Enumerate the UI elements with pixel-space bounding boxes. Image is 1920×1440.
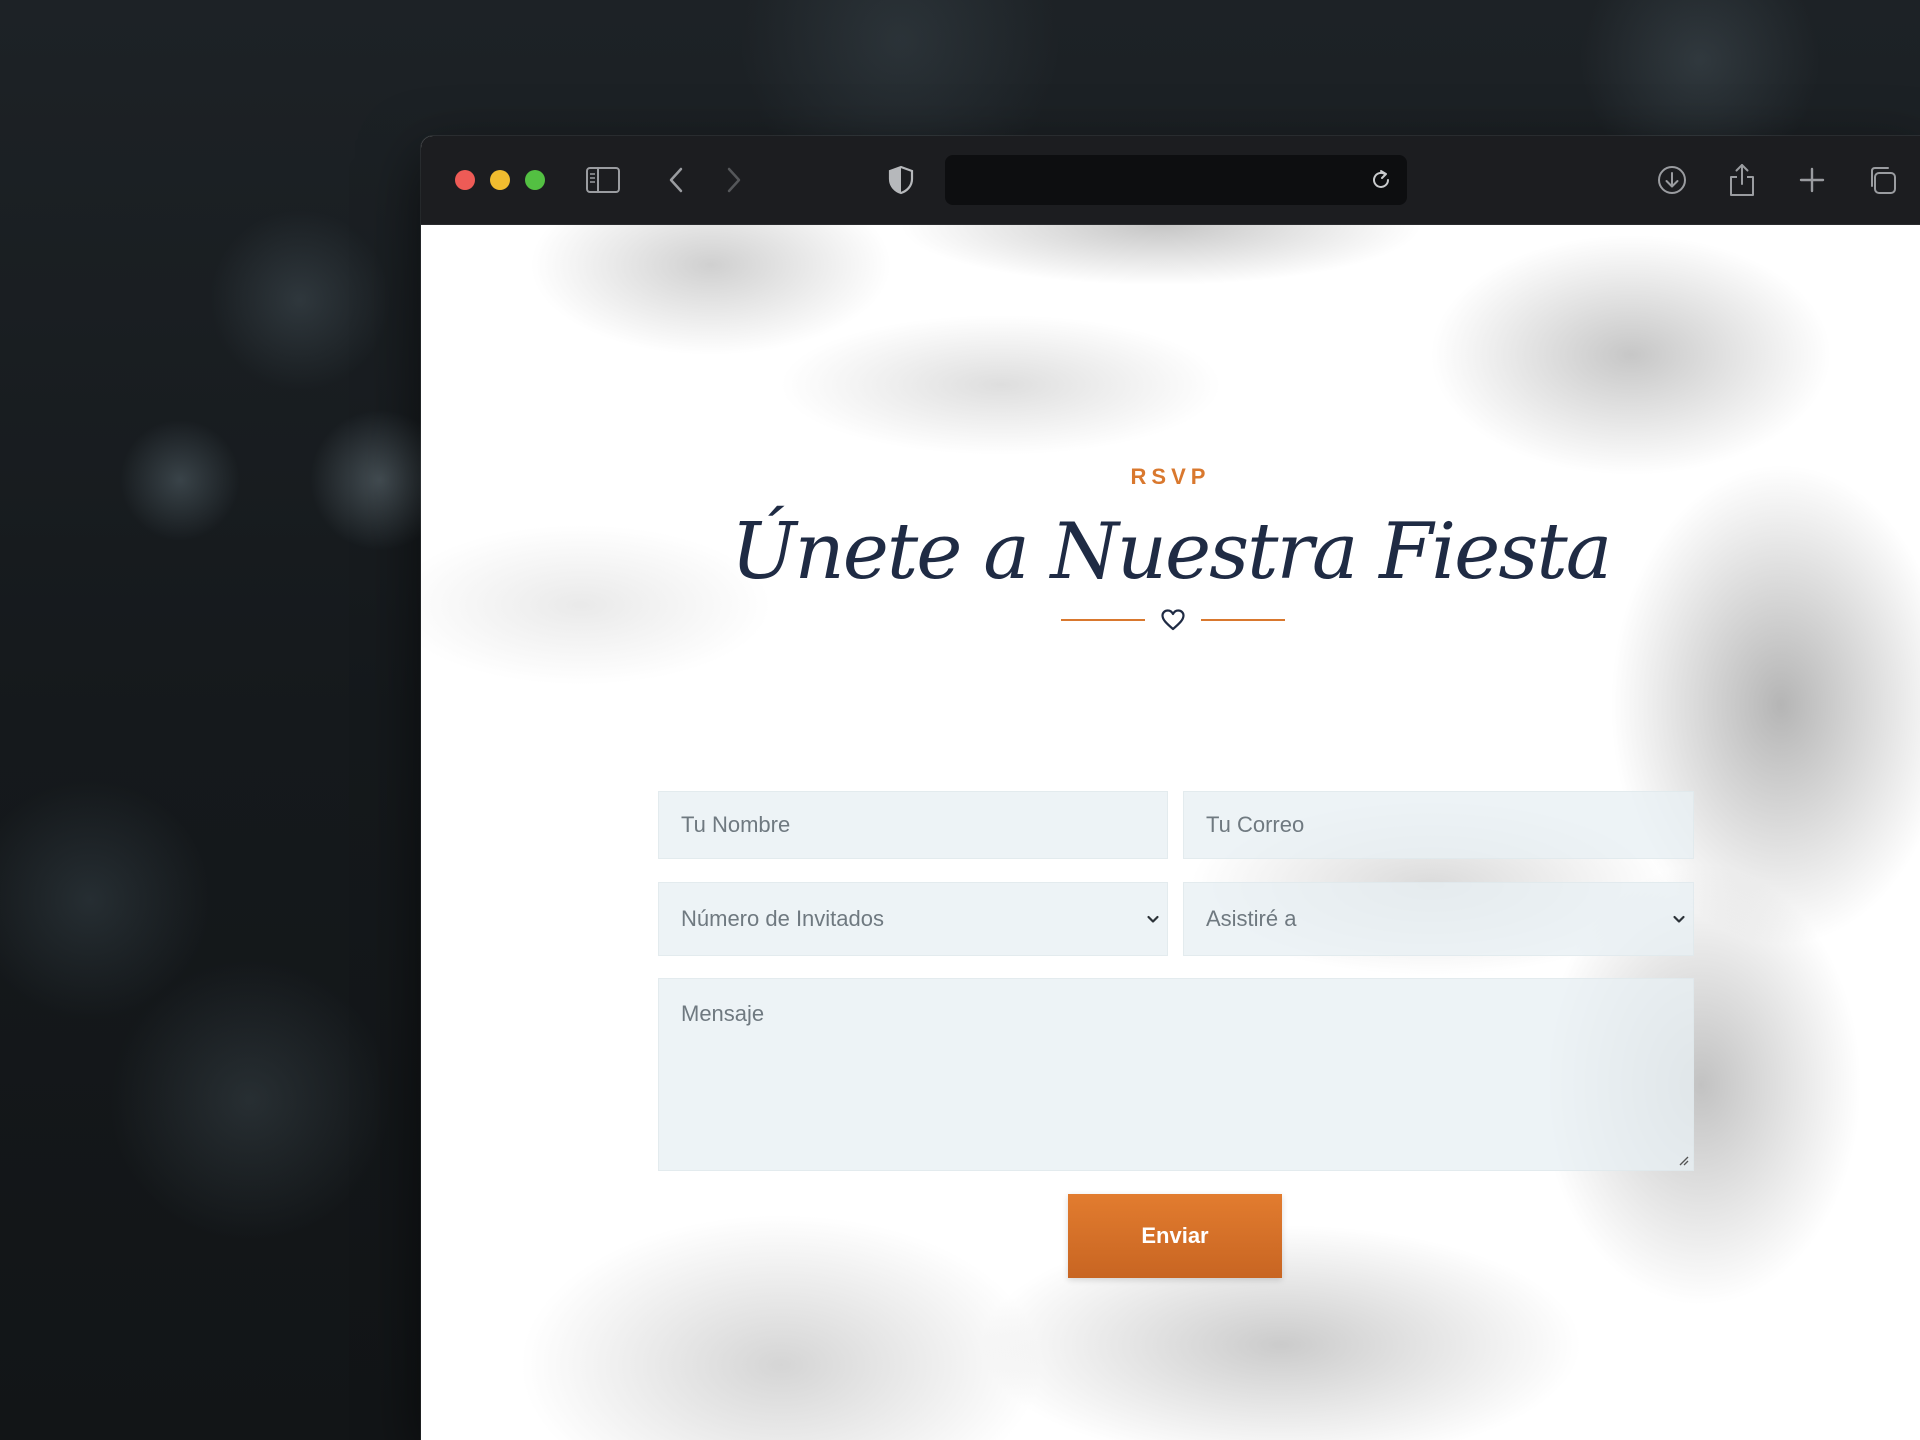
sidebar-icon[interactable] — [585, 162, 621, 198]
guests-selected-value: Número de Invitados — [681, 906, 884, 931]
download-icon[interactable] — [1654, 162, 1690, 198]
submit-button[interactable]: Enviar — [1068, 1194, 1282, 1278]
message-placeholder: Mensaje — [681, 1001, 765, 1026]
attendance-selected-value: Asistiré a — [1206, 906, 1297, 931]
rsvp-eyebrow: RSVP — [1130, 464, 1211, 489]
divider-line-right — [1201, 619, 1285, 621]
name-placeholder: Tu Nombre — [681, 812, 791, 837]
attendance-select[interactable]: Asistiré a — [1183, 882, 1694, 956]
email-field[interactable]: Tu Correo — [1183, 791, 1694, 859]
message-textarea[interactable]: Mensaje — [658, 978, 1694, 1171]
forward-icon[interactable] — [715, 162, 751, 198]
browser-toolbar — [421, 136, 1920, 225]
close-window-button[interactable] — [455, 170, 475, 190]
heart-icon — [1161, 609, 1185, 631]
email-placeholder: Tu Correo — [1206, 812, 1305, 837]
rsvp-heading: Únete a Nuestra Fiesta — [730, 507, 1612, 597]
divider-line-left — [1061, 619, 1145, 621]
guests-select[interactable]: Número de Invitados — [658, 882, 1168, 956]
browser-window: RSVP Únete a Nuestra Fiesta Tu Nombre Tu… — [421, 136, 1920, 1440]
minimize-window-button[interactable] — [490, 170, 510, 190]
address-bar[interactable] — [945, 155, 1407, 205]
resize-grip-icon[interactable] — [1677, 1154, 1689, 1166]
heart-divider — [1061, 605, 1285, 635]
tabs-overview-icon[interactable] — [1864, 162, 1900, 198]
back-icon[interactable] — [659, 162, 695, 198]
chevron-down-icon — [1673, 915, 1685, 923]
chevron-down-icon — [1147, 915, 1159, 923]
name-field[interactable]: Tu Nombre — [658, 791, 1168, 859]
zoom-window-button[interactable] — [525, 170, 545, 190]
share-icon[interactable] — [1724, 162, 1760, 198]
reload-icon[interactable] — [1363, 162, 1399, 198]
new-tab-icon[interactable] — [1794, 162, 1830, 198]
shield-icon[interactable] — [883, 162, 919, 198]
